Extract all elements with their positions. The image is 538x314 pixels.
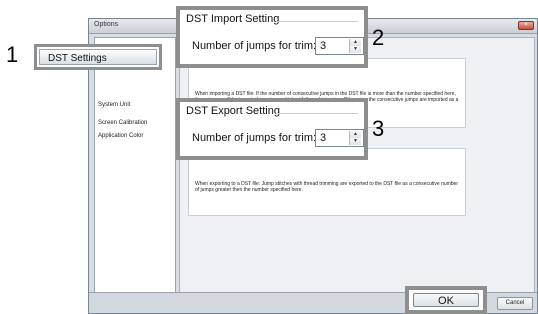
dst-export-jumps-stepper[interactable]: 3 ▲ ▼ — [315, 129, 364, 147]
dst-import-jumps-value: 3 — [320, 40, 327, 52]
callout-number-2: 2 — [372, 25, 385, 50]
settings-sidebar: System Unit Screen Calibration Applicati… — [94, 37, 176, 295]
up-arrow-icon[interactable]: ▲ — [350, 39, 361, 46]
dst-export-field-label: Number of jumps for trim: — [192, 132, 317, 144]
dst-export-title: DST Export Setting — [186, 105, 280, 117]
dst-export-callout: DST Export Setting Number of jumps for t… — [176, 98, 368, 160]
settings-content: When importing a DST file: If the number… — [179, 37, 535, 295]
down-arrow-icon[interactable]: ▼ — [350, 138, 361, 145]
cancel-button[interactable]: Cancel — [497, 297, 533, 310]
close-icon: × — [524, 22, 528, 28]
spin-arrows: ▲ ▼ — [349, 39, 362, 53]
close-button[interactable]: × — [518, 21, 534, 30]
dst-export-description: When exporting to a DST file: Jump stitc… — [195, 181, 458, 193]
ok-button-callout: OK — [405, 286, 487, 314]
window-title: Options — [94, 21, 119, 28]
ok-button[interactable]: OK — [413, 293, 479, 307]
group-divider — [276, 21, 358, 22]
dst-export-jumps-value: 3 — [320, 132, 327, 144]
sidebar-item-screen-calibration[interactable]: Screen Calibration — [98, 120, 147, 126]
dst-import-callout: DST Import Setting Number of jumps for t… — [176, 6, 368, 68]
down-arrow-icon[interactable]: ▼ — [350, 46, 361, 53]
group-divider — [276, 113, 358, 114]
spin-arrows: ▲ ▼ — [349, 131, 362, 145]
sidebar-item-system-unit[interactable]: System Unit — [98, 102, 130, 108]
callout-number-1: 1 — [6, 42, 19, 67]
sidebar-item-application-color[interactable]: Application Color — [98, 133, 143, 139]
dst-import-title: DST Import Setting — [186, 13, 280, 25]
sidebar-item-dst-settings[interactable]: DST Settings — [39, 49, 157, 65]
up-arrow-icon[interactable]: ▲ — [350, 131, 361, 138]
callout-number-3: 3 — [372, 116, 385, 141]
dst-import-jumps-stepper[interactable]: 3 ▲ ▼ — [315, 37, 364, 55]
dst-settings-callout: DST Settings — [34, 44, 162, 70]
dst-import-field-label: Number of jumps for trim: — [192, 40, 317, 52]
